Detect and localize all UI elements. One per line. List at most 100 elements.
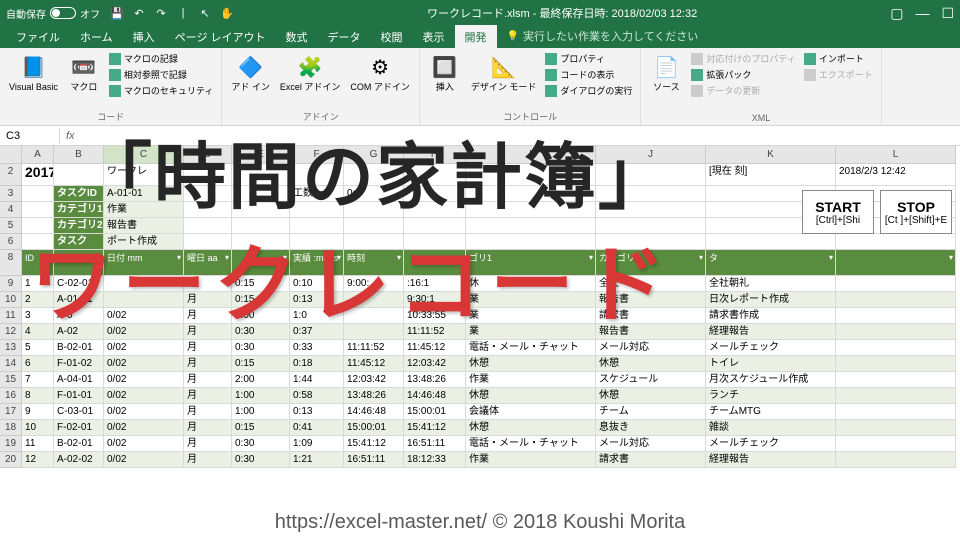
cell[interactable]: 15:41:12 [344,436,404,452]
cell[interactable]: 10:33:55 [404,308,466,324]
view-code-button[interactable]: コードの表示 [543,67,634,82]
tab-developer[interactable]: 開発 [455,25,497,48]
relative-ref-button[interactable]: 相対参照で記録 [107,67,215,82]
cell[interactable]: 11 [22,436,54,452]
cell[interactable] [184,218,232,234]
cell[interactable]: 12 [22,452,54,468]
cell[interactable]: 報告書 [596,292,706,308]
cell[interactable] [290,202,344,218]
stop-button[interactable]: STOP[Ct ]+[Shift]+E [880,190,952,234]
cell[interactable] [466,202,596,218]
cell[interactable]: 息抜き [596,420,706,436]
fx-icon[interactable]: fx [60,130,81,142]
cell[interactable]: 0/02 [104,356,184,372]
column-filter[interactable]: 曜日 aa [184,250,232,276]
cell[interactable]: 1:0 [290,308,344,324]
cell[interactable] [836,356,956,372]
cell[interactable]: メール対応 [596,340,706,356]
cell[interactable]: 月 [184,340,232,356]
cell[interactable]: カテゴリ1 [54,202,104,218]
column-filter[interactable]: 時刻 [344,250,404,276]
column-filter[interactable]: カテゴリ2 [596,250,706,276]
cell[interactable]: カテゴリ2 [54,218,104,234]
cell[interactable]: 0:18 [290,356,344,372]
cell[interactable] [290,234,344,250]
cell[interactable]: 0:41 [290,420,344,436]
cell[interactable] [404,164,466,186]
cell[interactable]: 18:12:33 [404,452,466,468]
cell[interactable]: 作業 [104,202,184,218]
cell[interactable] [104,276,184,292]
cell[interactable] [836,324,956,340]
row-header[interactable]: 11 [0,308,22,324]
row-header[interactable]: 9 [0,276,22,292]
row-header[interactable]: 18 [0,420,22,436]
cell[interactable] [404,186,466,202]
cell[interactable]: 0:15 [232,420,290,436]
cell[interactable]: F-01-02 [54,356,104,372]
cell[interactable]: 1:44 [290,372,344,388]
cell[interactable]: 経理報告 [706,324,836,340]
cell[interactable]: 月 [184,324,232,340]
row-header[interactable]: 14 [0,356,22,372]
row-header[interactable]: 10 [0,292,22,308]
autosave-toggle[interactable]: 自動保存 オフ [6,6,100,21]
cell[interactable]: 0:30 [232,436,290,452]
cell[interactable] [836,292,956,308]
cell[interactable]: 0/02 [104,420,184,436]
cell[interactable]: 業 [466,292,596,308]
save-icon[interactable]: 💾 [110,6,124,20]
cell[interactable]: 2017/10 [22,164,54,186]
cell[interactable]: 0:30 [232,324,290,340]
column-filter[interactable] [232,250,290,276]
cell[interactable]: 14:46:48 [404,388,466,404]
cell[interactable] [184,202,232,218]
cell[interactable]: 0/02 [104,372,184,388]
cell[interactable] [404,202,466,218]
row-header[interactable]: 2 [0,164,22,186]
macro-security-button[interactable]: マクロのセキュリティ [107,83,215,98]
cell[interactable] [232,186,290,202]
cell[interactable] [184,234,232,250]
formula-input[interactable] [81,134,960,138]
start-button[interactable]: START[Ctrl]+[Shi [802,190,874,234]
cell[interactable] [22,218,54,234]
cell[interactable]: 休憩 [596,388,706,404]
cell[interactable] [596,202,706,218]
cell[interactable] [596,186,706,202]
row-header[interactable]: 19 [0,436,22,452]
cell[interactable]: 12:03:42 [344,372,404,388]
cell[interactable] [466,234,596,250]
cell[interactable]: 9:00: [344,276,404,292]
excel-addins-button[interactable]: 🧩Excel アドイン [277,51,344,95]
column-filter[interactable]: 日付 mm [104,250,184,276]
cell[interactable]: 15:41:12 [404,420,466,436]
cell[interactable]: 9:30:1 [404,292,466,308]
cell[interactable]: チームMTG [706,404,836,420]
cell[interactable]: A-02-02 [54,452,104,468]
tab-review[interactable]: 校閲 [371,25,413,48]
row-header[interactable]: 12 [0,324,22,340]
cell[interactable]: 0/02 [104,324,184,340]
cell[interactable]: 0/02 [104,308,184,324]
cell[interactable]: [現在 刻] [706,164,836,186]
cell[interactable]: A-01-01 [54,292,104,308]
cell[interactable]: 1:09 [290,436,344,452]
cell[interactable]: 月 [184,404,232,420]
cell[interactable]: 業 [466,308,596,324]
cell[interactable]: 経理報告 [706,452,836,468]
cell[interactable]: C-02-01 [54,276,104,292]
column-filter[interactable]: 実績 :mm:s [290,250,344,276]
cell[interactable]: 請求書作成 [706,308,836,324]
cell[interactable]: :16:1 [404,276,466,292]
cell[interactable]: 月次スケジュール作成 [706,372,836,388]
tell-me[interactable]: 実行したい作業を入力してください [497,24,709,48]
cell[interactable]: 11:45:12 [404,340,466,356]
cell[interactable] [596,218,706,234]
cell[interactable] [184,186,232,202]
cell[interactable]: 休 [466,276,596,292]
cell[interactable] [836,404,956,420]
col-G[interactable]: G [344,146,404,164]
cell[interactable]: 月 [184,276,232,292]
column-filter[interactable]: ID [54,250,104,276]
